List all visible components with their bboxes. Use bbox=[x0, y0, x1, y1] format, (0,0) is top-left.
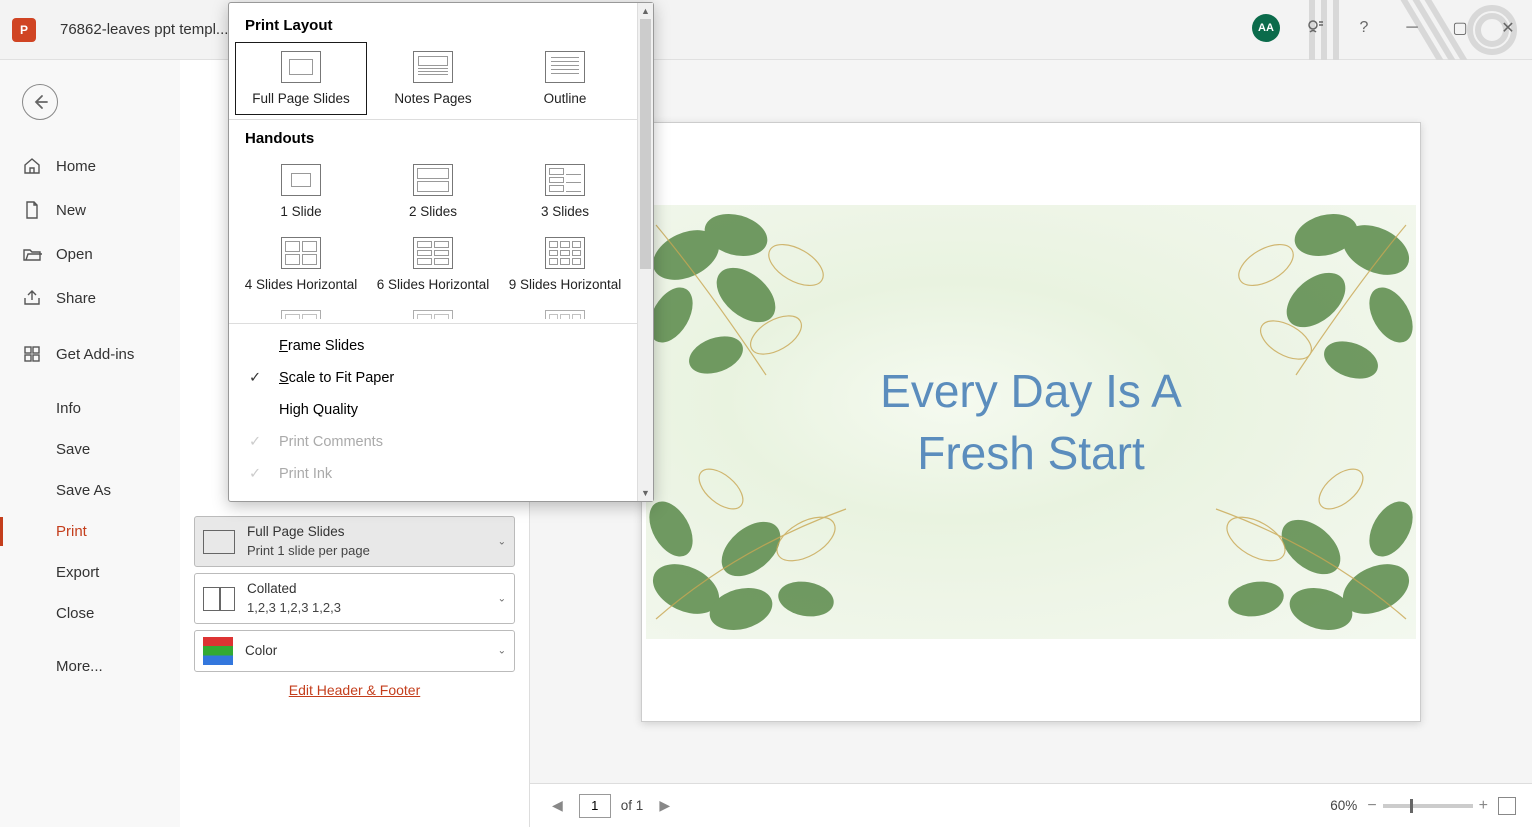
nav-label: Info bbox=[56, 400, 81, 417]
layout-title: Full Page Slides bbox=[247, 523, 506, 542]
nav-open[interactable]: Open bbox=[0, 232, 180, 276]
nav-label: Get Add-ins bbox=[56, 346, 134, 363]
check-high-quality[interactable]: High Quality bbox=[229, 394, 637, 426]
chevron-down-icon: ⌄ bbox=[498, 593, 506, 604]
page-total-label: of 1 bbox=[621, 798, 644, 813]
handout-3-slides[interactable]: 3 Slides bbox=[499, 155, 631, 228]
collated-icon bbox=[203, 587, 235, 611]
zoom-in-button[interactable]: + bbox=[1479, 797, 1488, 815]
collate-dropdown[interactable]: Collated 1,2,3 1,2,3 1,2,3 ⌄ bbox=[194, 573, 515, 624]
check-scale-fit[interactable]: ✓ Scale to Fit Paper bbox=[229, 362, 637, 394]
check-label: Print Comments bbox=[279, 434, 383, 450]
slide-preview: Every Day Is A Fresh Start bbox=[646, 205, 1416, 639]
checkmark-icon: ✓ bbox=[249, 370, 261, 386]
check-label: Print Ink bbox=[279, 466, 332, 482]
collate-title: Collated bbox=[247, 580, 506, 599]
minimize-button[interactable]: ─ bbox=[1400, 16, 1424, 40]
chevron-down-icon: ⌄ bbox=[498, 536, 506, 547]
nav-label: Close bbox=[56, 605, 94, 622]
layout-sub: Print 1 slide per page bbox=[247, 542, 506, 560]
fullpage-icon bbox=[203, 530, 235, 554]
handout-9-horizontal[interactable]: 9 Slides Horizontal bbox=[499, 228, 631, 301]
nav-close[interactable]: Close bbox=[0, 593, 180, 634]
nav-addins[interactable]: Get Add-ins bbox=[0, 332, 180, 376]
collate-sub: 1,2,3 1,2,3 1,2,3 bbox=[247, 599, 506, 617]
prev-page-button[interactable]: ◀ bbox=[546, 797, 569, 814]
handout-2-slides[interactable]: 2 Slides bbox=[367, 155, 499, 228]
checkmark-icon: ✓ bbox=[249, 466, 261, 482]
scroll-thumb[interactable] bbox=[640, 19, 651, 269]
nav-share[interactable]: Share bbox=[0, 276, 180, 320]
folder-open-icon bbox=[22, 244, 42, 264]
print-preview-area: Every Day Is A Fresh Start bbox=[530, 60, 1532, 783]
nav-label: Share bbox=[56, 290, 96, 307]
backstage-nav: Home New Open Share Get Add-ins Info Sav… bbox=[0, 60, 180, 827]
check-frame-slides[interactable]: Frame Slides bbox=[229, 330, 637, 362]
app-logo: P bbox=[12, 18, 36, 42]
checkmark-icon: ✓ bbox=[249, 434, 261, 450]
page-number-input[interactable] bbox=[579, 794, 611, 818]
zoom-out-button[interactable]: − bbox=[1367, 797, 1376, 815]
nav-label: Print bbox=[56, 523, 87, 540]
print-layout-popup: Print Layout Full Page Slides Notes Page… bbox=[228, 2, 654, 502]
share-icon bbox=[22, 288, 42, 308]
nav-saveas[interactable]: Save As bbox=[0, 470, 180, 511]
edit-header-footer-link[interactable]: Edit Header & Footer bbox=[289, 682, 421, 698]
maximize-button[interactable]: ▢ bbox=[1448, 16, 1472, 40]
handout-6-horizontal[interactable]: 6 Slides Horizontal bbox=[367, 228, 499, 301]
nav-more[interactable]: More... bbox=[0, 646, 180, 687]
nav-info[interactable]: Info bbox=[0, 388, 180, 429]
section-handouts: Handouts bbox=[229, 124, 637, 155]
nav-label: Save As bbox=[56, 482, 111, 499]
next-page-button[interactable]: ▶ bbox=[653, 797, 676, 814]
layout-notes-pages[interactable]: Notes Pages bbox=[367, 42, 499, 115]
close-button[interactable]: ✕ bbox=[1496, 16, 1520, 40]
nav-label: More... bbox=[56, 658, 103, 675]
coming-soon-icon[interactable] bbox=[1304, 16, 1328, 40]
scroll-down-icon[interactable]: ▼ bbox=[638, 485, 653, 501]
popup-scrollbar[interactable]: ▲ ▼ bbox=[637, 3, 653, 501]
check-label: Scale to Fit Paper bbox=[279, 370, 394, 386]
color-icon bbox=[203, 637, 233, 665]
layout-outline[interactable]: Outline bbox=[499, 42, 631, 115]
check-label: High Quality bbox=[279, 402, 358, 418]
nav-print[interactable]: Print bbox=[0, 511, 180, 552]
nav-save[interactable]: Save bbox=[0, 429, 180, 470]
grid-icon bbox=[22, 344, 42, 364]
layout-dropdown[interactable]: Full Page Slides Print 1 slide per page … bbox=[194, 516, 515, 567]
file-icon bbox=[22, 200, 42, 220]
slide-title: Every Day Is A Fresh Start bbox=[646, 359, 1416, 483]
home-icon bbox=[22, 156, 42, 176]
chevron-down-icon: ⌄ bbox=[498, 646, 506, 657]
color-dropdown[interactable]: Color ⌄ bbox=[194, 630, 515, 672]
check-label: Frame Slides bbox=[279, 338, 364, 354]
back-button[interactable] bbox=[22, 84, 58, 120]
scroll-up-icon[interactable]: ▲ bbox=[638, 3, 653, 19]
color-title: Color bbox=[245, 642, 506, 661]
nav-label: New bbox=[56, 202, 86, 219]
check-print-ink: ✓ Print Ink bbox=[229, 458, 637, 490]
layout-full-page[interactable]: Full Page Slides bbox=[235, 42, 367, 115]
zoom-slider[interactable] bbox=[1383, 804, 1473, 808]
nav-label: Export bbox=[56, 564, 99, 581]
nav-new[interactable]: New bbox=[0, 188, 180, 232]
nav-home[interactable]: Home bbox=[0, 144, 180, 188]
preview-statusbar: ◀ of 1 ▶ 60% − + bbox=[530, 783, 1532, 827]
user-avatar[interactable]: AA bbox=[1252, 14, 1280, 42]
nav-export[interactable]: Export bbox=[0, 552, 180, 593]
check-print-comments: ✓ Print Comments bbox=[229, 426, 637, 458]
help-button[interactable]: ? bbox=[1352, 16, 1376, 40]
section-print-layout: Print Layout bbox=[229, 11, 637, 42]
nav-label: Save bbox=[56, 441, 90, 458]
fit-to-window-button[interactable] bbox=[1498, 797, 1516, 815]
preview-page: Every Day Is A Fresh Start bbox=[641, 122, 1421, 722]
handout-1-slide[interactable]: 1 Slide bbox=[235, 155, 367, 228]
handout-4-horizontal[interactable]: 4 Slides Horizontal bbox=[235, 228, 367, 301]
zoom-percent-label: 60% bbox=[1330, 798, 1357, 813]
document-filename: 76862-leaves ppt templ... bbox=[60, 21, 228, 38]
nav-label: Open bbox=[56, 246, 93, 263]
nav-label: Home bbox=[56, 158, 96, 175]
